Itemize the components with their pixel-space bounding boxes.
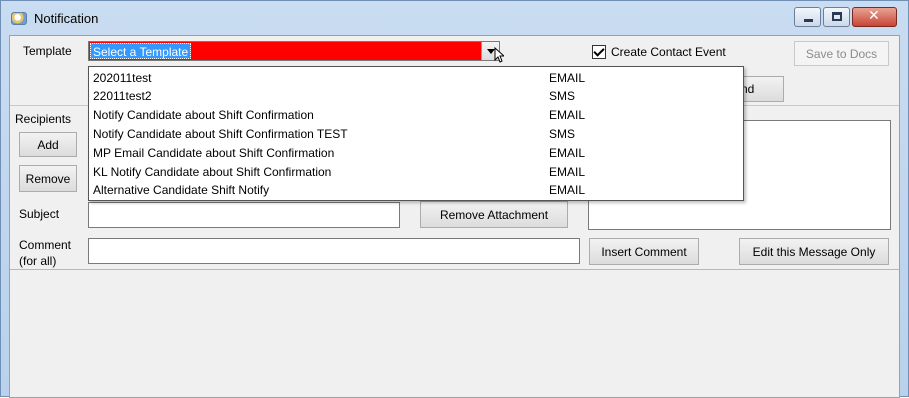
recipients-label: Recipients <box>15 112 72 126</box>
create-contact-event-checkbox[interactable] <box>592 45 606 59</box>
recipient-messages-area <box>10 269 899 397</box>
template-name: 202011test <box>93 71 152 85</box>
template-selected-value: Select a Template <box>90 43 192 59</box>
notification-window: Notification ✕ Template Select a Templat… <box>0 0 909 398</box>
comment-input[interactable] <box>88 238 580 264</box>
template-name: Alternative Candidate Shift Notify <box>93 183 270 197</box>
template-type: SMS <box>549 89 576 103</box>
insert-comment-button[interactable]: Insert Comment <box>589 238 699 265</box>
template-name: KL Notify Candidate about Shift Confirma… <box>93 165 332 179</box>
close-button[interactable]: ✕ <box>852 7 897 27</box>
template-type: EMAIL <box>549 183 586 197</box>
list-item[interactable]: KL Notify Candidate about Shift Confirma… <box>89 163 743 181</box>
notification-form: Template Select a Template Create Contac… <box>9 35 900 398</box>
comment-label-for-all: (for all) <box>19 254 57 268</box>
mouse-pointer-icon <box>494 47 504 63</box>
close-icon: ✕ <box>868 8 880 24</box>
minimize-icon <box>804 19 813 22</box>
template-dropdown-list[interactable]: 202011test EMAIL 22011test2 SMS Notify C… <box>88 66 744 201</box>
template-name: 22011test2 <box>93 89 152 103</box>
list-item[interactable]: Notify Candidate about Shift Confirmatio… <box>89 106 743 124</box>
remove-recipient-button[interactable]: Remove <box>19 165 77 192</box>
maximize-button[interactable] <box>823 7 850 27</box>
edit-this-message-only-button[interactable]: Edit this Message Only <box>739 238 889 265</box>
comment-label: Comment <box>19 238 72 252</box>
template-name: MP Email Candidate about Shift Confirmat… <box>93 146 335 160</box>
subject-label: Subject <box>19 207 60 221</box>
add-recipient-button[interactable]: Add <box>19 132 77 157</box>
template-type: EMAIL <box>549 146 586 160</box>
save-to-docs-button[interactable]: Save to Docs <box>794 41 889 66</box>
template-name: Notify Candidate about Shift Confirmatio… <box>93 127 348 141</box>
template-label: Template <box>23 44 72 58</box>
template-type: SMS <box>549 127 576 141</box>
list-item[interactable]: MP Email Candidate about Shift Confirmat… <box>89 144 743 162</box>
remove-attachment-button[interactable]: Remove Attachment <box>420 201 568 228</box>
template-name: Notify Candidate about Shift Confirmatio… <box>93 108 314 122</box>
title-bar[interactable]: Notification ✕ <box>1 1 908 35</box>
create-contact-event-label: Create Contact Event <box>611 45 726 59</box>
template-type: EMAIL <box>549 165 586 179</box>
list-item[interactable]: Notify Candidate about Shift Confirmatio… <box>89 125 743 143</box>
list-item[interactable]: Alternative Candidate Shift Notify EMAIL <box>89 181 743 199</box>
maximize-icon <box>832 12 842 21</box>
window-title: Notification <box>34 11 99 26</box>
list-item[interactable]: 22011test2 SMS <box>89 87 743 105</box>
list-item[interactable]: 202011test EMAIL <box>89 69 743 87</box>
minimize-button[interactable] <box>794 7 821 27</box>
notification-app-icon <box>11 12 27 25</box>
template-select[interactable]: Select a Template <box>88 41 500 61</box>
template-type: EMAIL <box>549 71 586 85</box>
subject-input[interactable] <box>88 202 400 228</box>
template-type: EMAIL <box>549 108 586 122</box>
